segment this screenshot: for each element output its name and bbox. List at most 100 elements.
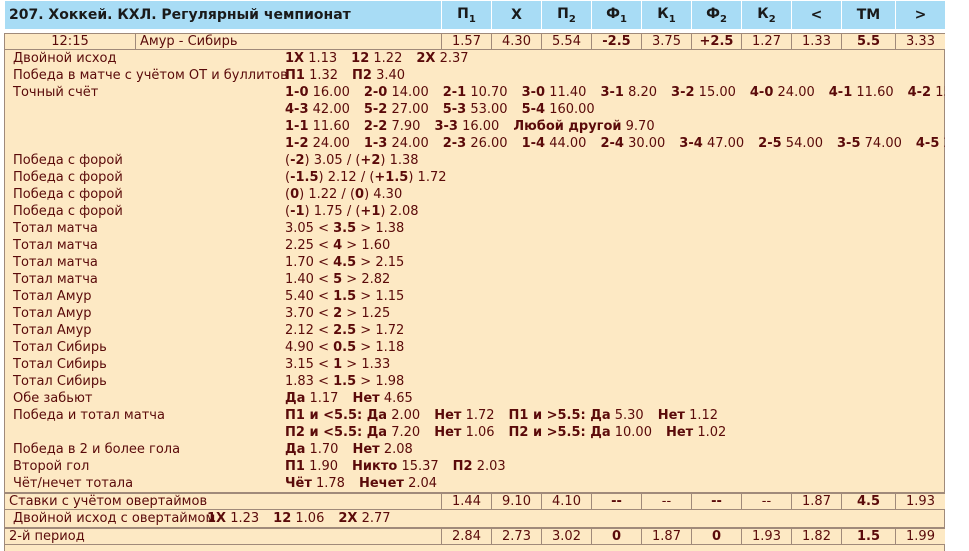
odds-cell[interactable]: 1.87 [791,493,842,510]
odds-cell[interactable]: -- [641,493,692,510]
odds-cell[interactable]: 9.10 [491,493,542,510]
handicap-odds[interactable]: 2.08 [390,204,419,219]
over-odds[interactable]: 1.38 [375,221,404,236]
over-odds[interactable]: 1.98 [375,374,404,389]
handicap-odds[interactable]: 1.22 [308,187,337,202]
odds-option[interactable]: 2-2 7.90 [364,118,421,135]
odds-cell[interactable]: 0 [691,528,742,545]
over-odds[interactable]: 1.60 [361,238,390,253]
odds-option[interactable]: П1 и >5.5: Да 5.30 [509,407,644,424]
odds-option[interactable]: 5-2 27.00 [364,101,429,118]
odds-option[interactable]: 2X 2.37 [416,50,468,67]
odds-cell[interactable]: 1.93 [895,493,945,510]
odds-option[interactable]: Да 1.70 [285,441,338,458]
under-odds[interactable]: 1.40 [285,272,314,287]
odds-option[interactable]: П1 и <5.5: Да 2.00 [285,407,420,424]
odds-option[interactable]: Нет 1.02 [666,424,726,441]
odds-cell[interactable]: 1.87 [641,528,692,545]
odds-option[interactable]: П2 и >5.5: Да 10.00 [509,424,652,441]
odds-option[interactable]: П2 2.03 [453,458,506,475]
odds-option[interactable]: Любой другой 9.70 [513,118,654,135]
odds-cell[interactable]: 3.75 [641,33,692,50]
handicap-odds[interactable]: 3.05 [314,153,343,168]
odds-cell[interactable]: 1.99 [895,528,945,545]
handicap-odds[interactable]: 1.38 [390,153,419,168]
odds-option[interactable]: 12 1.06 [273,510,324,527]
odds-option[interactable]: Да 1.17 [285,390,338,407]
odds-option[interactable]: 4-2 15.00 [908,84,945,101]
under-odds[interactable]: 1.70 [285,255,314,270]
over-odds[interactable]: 1.33 [361,357,390,372]
odds-option[interactable]: Нет 1.06 [434,424,494,441]
over-odds[interactable]: 1.18 [375,340,404,355]
odds-option[interactable]: 4-0 24.00 [750,84,815,101]
odds-cell[interactable]: 1.93 [741,528,792,545]
odds-option[interactable]: Нет 2.08 [352,441,412,458]
over-odds[interactable]: 2.15 [375,255,404,270]
odds-option[interactable]: 2X 2.77 [338,510,390,527]
odds-option[interactable]: 3-0 11.40 [522,84,587,101]
under-odds[interactable]: 1.83 [285,374,314,389]
odds-option[interactable]: 4-1 11.60 [829,84,894,101]
odds-cell[interactable]: 3.33 [895,33,945,50]
under-odds[interactable]: 2.12 [285,323,314,338]
odds-option[interactable]: П1 1.90 [285,458,338,475]
odds-option[interactable]: 1-3 24.00 [364,135,429,152]
odds-option[interactable]: 3-4 47.00 [679,135,744,152]
odds-cell[interactable]: -- [741,493,792,510]
odds-cell[interactable]: 1.5 [841,528,896,545]
handicap-odds[interactable]: 1.75 [314,204,343,219]
under-odds[interactable]: 3.15 [285,357,314,372]
odds-option[interactable]: 3-2 15.00 [671,84,736,101]
odds-option[interactable]: 3-1 8.20 [600,84,657,101]
over-odds[interactable]: 1.25 [361,306,390,321]
odds-option[interactable]: 1-2 24.00 [285,135,350,152]
odds-option[interactable]: 2-0 14.00 [364,84,429,101]
under-odds[interactable]: 4.90 [285,340,314,355]
odds-cell[interactable]: 3.02 [541,528,592,545]
odds-cell[interactable]: -2.5 [591,33,642,50]
odds-cell[interactable]: +2.5 [691,33,742,50]
odds-cell[interactable]: 1.33 [791,33,842,50]
handicap-odds[interactable]: 4.30 [373,187,402,202]
event-teams[interactable]: Амур - Сибирь [135,33,442,50]
odds-option[interactable]: П2 3.40 [352,67,405,84]
odds-cell[interactable]: 1.57 [441,33,492,50]
odds-option[interactable]: 4-3 42.00 [285,101,350,118]
odds-option[interactable]: 2-4 30.00 [600,135,665,152]
handicap-odds[interactable]: 1.72 [418,170,447,185]
odds-option[interactable]: 3-5 74.00 [837,135,902,152]
odds-option[interactable]: 1-0 16.00 [285,84,350,101]
odds-cell[interactable]: 1.27 [741,33,792,50]
odds-cell[interactable]: 4.5 [841,493,896,510]
odds-option[interactable]: П2 и <5.5: Да 7.20 [285,424,420,441]
under-odds[interactable]: 5.40 [285,289,314,304]
odds-option[interactable]: Чёт 1.78 [285,475,345,492]
odds-option[interactable]: Никто 15.37 [352,458,439,475]
odds-option[interactable]: Нет 4.65 [352,390,412,407]
odds-option[interactable]: 5-4 160.00 [522,101,595,118]
tournament-title[interactable]: 207. Хоккей. КХЛ. Регулярный чемпионат [4,0,442,30]
odds-option[interactable]: 2-3 26.00 [443,135,508,152]
over-odds[interactable]: 1.15 [375,289,404,304]
over-odds[interactable]: 1.72 [375,323,404,338]
odds-option[interactable]: 2-1 10.70 [443,84,508,101]
odds-cell[interactable]: 1.44 [441,493,492,510]
under-odds[interactable]: 2.25 [285,238,314,253]
odds-cell[interactable]: 5.54 [541,33,592,50]
under-odds[interactable]: 3.05 [285,221,314,236]
handicap-odds[interactable]: 2.12 [328,170,357,185]
odds-cell[interactable]: 2.84 [441,528,492,545]
odds-option[interactable]: 1-4 44.00 [522,135,587,152]
odds-option[interactable]: 12 1.22 [351,50,402,67]
odds-cell[interactable]: -- [691,493,742,510]
odds-option[interactable]: 2-5 54.00 [758,135,823,152]
over-odds[interactable]: 2.82 [361,272,390,287]
odds-cell[interactable]: 2.73 [491,528,542,545]
odds-cell[interactable]: 1.82 [791,528,842,545]
odds-option[interactable]: 1X 1.13 [285,50,337,67]
odds-option[interactable]: Нет 1.72 [434,407,494,424]
odds-option[interactable]: П1 1.32 [285,67,338,84]
odds-option[interactable]: 1X 1.23 [207,510,259,527]
odds-option[interactable]: Нечет 2.04 [359,475,437,492]
